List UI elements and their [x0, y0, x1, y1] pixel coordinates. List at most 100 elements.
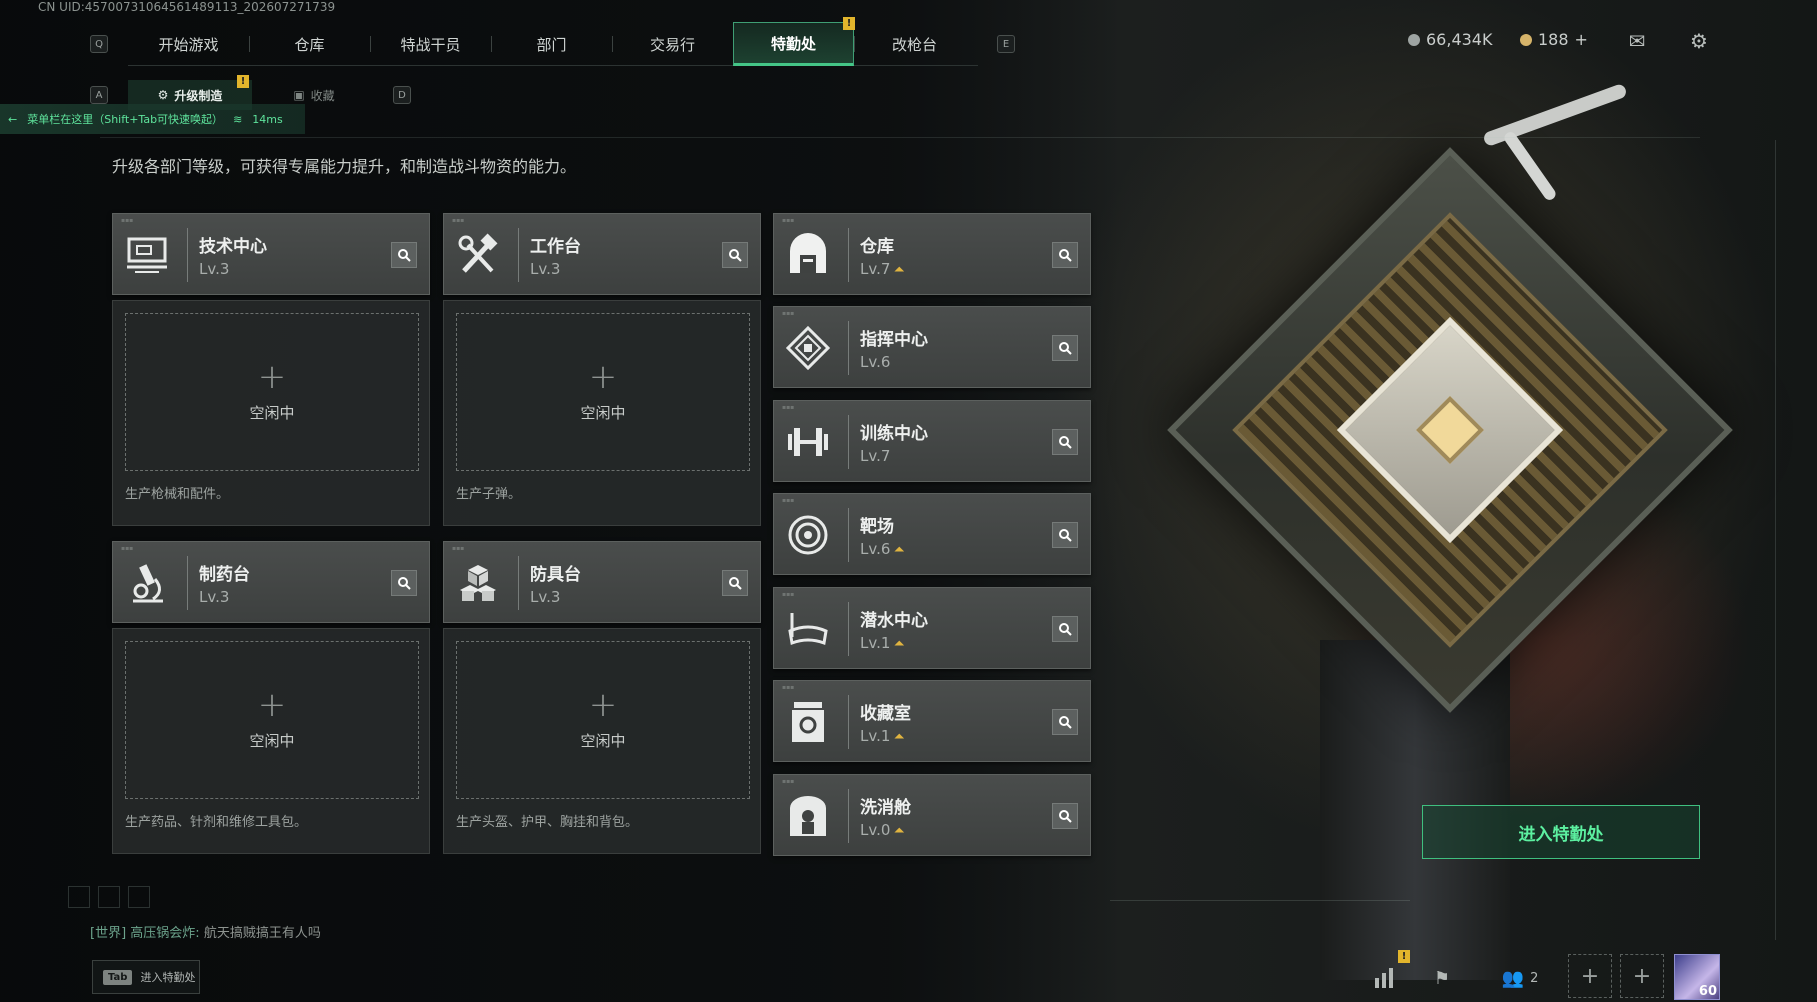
- subtab-label: 收藏: [310, 88, 335, 103]
- invite-slot-button[interactable]: +: [1568, 954, 1612, 998]
- card-title: 仓库: [860, 237, 894, 257]
- production-slot-tech-center[interactable]: + 空闲中 生产枪械和配件。: [112, 300, 430, 526]
- mail-icon[interactable]: ✉: [1624, 28, 1650, 54]
- production-slot-pharmacy[interactable]: + 空闲中 生产药品、针剂和维修工具包。: [112, 628, 430, 854]
- upgrade-available-icon: ⏶: [894, 728, 904, 743]
- card-level: Lv.6 ⏶: [860, 540, 904, 558]
- search-icon[interactable]: [391, 242, 417, 268]
- search-icon[interactable]: [722, 242, 748, 268]
- card-title: 制药台: [199, 565, 250, 585]
- slot-add-area[interactable]: + 空闲中: [456, 641, 750, 799]
- plus-icon: +: [257, 684, 287, 725]
- facility-card-collection-room[interactable]: ▪▪▪ 收藏室 Lv.1 ⏶: [773, 680, 1091, 762]
- search-icon[interactable]: [722, 570, 748, 596]
- card-divider: [187, 228, 188, 282]
- quick-slot[interactable]: [98, 886, 120, 908]
- search-icon[interactable]: [1052, 335, 1078, 361]
- quick-slot[interactable]: [68, 886, 90, 908]
- slot-add-area[interactable]: + 空闲中: [125, 313, 419, 471]
- chat-line[interactable]: [世界] 高压锅会炸: 航天搞贼搞王有人吗: [90, 922, 321, 941]
- gold-add-icon[interactable]: +: [1575, 30, 1588, 49]
- tab-department[interactable]: 部门: [491, 22, 612, 66]
- plus-icon: +: [588, 684, 618, 725]
- frame-line: [1775, 140, 1776, 940]
- ping-value: 14ms: [252, 112, 283, 126]
- card-divider: [848, 508, 849, 562]
- gear-icon[interactable]: ⚙: [1686, 28, 1712, 54]
- card-tag: ▪▪▪: [452, 217, 465, 224]
- command-icon: [782, 323, 834, 373]
- silver-coin-icon: [1408, 33, 1420, 46]
- card-title: 洗消舱: [860, 798, 911, 818]
- tab-warehouse[interactable]: 仓库: [249, 22, 370, 66]
- diving-mask-icon: [782, 604, 834, 654]
- search-icon[interactable]: [1052, 242, 1078, 268]
- dept-card-pharmacy[interactable]: ▪▪▪ 制药台 Lv.3: [112, 541, 430, 623]
- production-slot-armor-bench[interactable]: + 空闲中 生产头盔、护甲、胸挂和背包。: [443, 628, 761, 854]
- card-level: Lv.6: [860, 353, 890, 371]
- search-icon[interactable]: [1052, 616, 1078, 642]
- slot-description: 生产枪械和配件。: [125, 487, 230, 502]
- tab-operators[interactable]: 特战干员: [370, 22, 491, 66]
- enter-special-service-button[interactable]: 进入特勤处: [1422, 805, 1700, 859]
- facility-card-warehouse[interactable]: ▪▪▪ 仓库 Lv.7 ⏶: [773, 213, 1091, 295]
- invite-slot-button[interactable]: +: [1620, 954, 1664, 998]
- level-text: Lv.1: [860, 634, 891, 652]
- card-divider: [848, 789, 849, 843]
- friends-button[interactable]: 👥 2: [1490, 958, 1550, 998]
- menubar-tip-text: 菜单栏在这里（Shift+Tab可快速唤起）: [27, 113, 224, 126]
- card-title: 训练中心: [860, 424, 928, 444]
- upgrade-available-icon: ⏶: [894, 822, 904, 837]
- chat-message: 航天搞贼搞王有人吗: [203, 926, 321, 941]
- quick-slot[interactable]: [128, 886, 150, 908]
- facility-card-training-center[interactable]: ▪▪▪ 训练中心 Lv.7: [773, 400, 1091, 482]
- facility-card-decontamination[interactable]: ▪▪▪ 洗消舱 Lv.0 ⏶: [773, 774, 1091, 856]
- card-divider: [518, 228, 519, 282]
- slot-add-area[interactable]: + 空闲中: [125, 641, 419, 799]
- search-icon[interactable]: [1052, 429, 1078, 455]
- friends-count: 2: [1530, 970, 1539, 986]
- card-level: Lv.1 ⏶: [860, 634, 904, 652]
- card-tag: ▪▪▪: [782, 217, 795, 224]
- production-slot-workbench[interactable]: + 空闲中 生产子弹。: [443, 300, 761, 526]
- wifi-icon: ≋: [233, 112, 243, 126]
- friends-icon: 👥: [1501, 967, 1525, 989]
- nav-next-key: E: [997, 35, 1015, 53]
- slot-add-area[interactable]: + 空闲中: [456, 313, 750, 471]
- facility-card-shooting-range[interactable]: ▪▪▪ 靶场 Lv.6 ⏶: [773, 493, 1091, 575]
- search-icon[interactable]: [1052, 522, 1078, 548]
- gold-currency[interactable]: 188 +: [1520, 30, 1588, 49]
- card-tag: ▪▪▪: [782, 310, 795, 317]
- avatar[interactable]: 60: [1674, 954, 1720, 1000]
- tab-shortcut-button[interactable]: Tab 进入特勤处: [92, 960, 200, 994]
- upgrade-available-icon: ⏶: [894, 541, 904, 556]
- stats-icon[interactable]: [1364, 958, 1404, 998]
- target-icon: [782, 510, 834, 560]
- facility-card-diving-center[interactable]: ▪▪▪ 潜水中心 Lv.1 ⏶: [773, 587, 1091, 669]
- search-icon[interactable]: [391, 570, 417, 596]
- gold-coin-icon: [1520, 33, 1532, 46]
- dept-card-armor-bench[interactable]: ▪▪▪ 防具台 Lv.3: [443, 541, 761, 623]
- card-tag: ▪▪▪: [782, 778, 795, 785]
- card-divider: [187, 556, 188, 610]
- slot-status: 空闲中: [580, 403, 626, 422]
- slot-status: 空闲中: [249, 731, 295, 750]
- search-icon[interactable]: [1052, 803, 1078, 829]
- card-title: 靶场: [860, 517, 894, 537]
- card-tag: ▪▪▪: [782, 591, 795, 598]
- tab-start-game[interactable]: 开始游戏: [128, 22, 249, 66]
- flag-icon[interactable]: ⚑: [1422, 958, 1462, 998]
- upgrade-available-icon: ⏶: [894, 261, 904, 276]
- dept-card-workbench[interactable]: ▪▪▪ 工作台 Lv.3: [443, 213, 761, 295]
- card-divider: [848, 228, 849, 282]
- tab-special-service[interactable]: 特勤处: [733, 22, 854, 66]
- tab-key: Tab: [103, 969, 133, 985]
- menubar-tip[interactable]: ← 菜单栏在这里（Shift+Tab可快速唤起） ≋ 14ms: [0, 104, 305, 134]
- search-icon[interactable]: [1052, 709, 1078, 735]
- facility-card-command-center[interactable]: ▪▪▪ 指挥中心 Lv.6: [773, 306, 1091, 388]
- card-level: Lv.7: [860, 447, 890, 465]
- subtab-label: 升级制造: [174, 88, 223, 103]
- tab-gunsmith[interactable]: 改枪台: [854, 22, 975, 66]
- tab-trading[interactable]: 交易行: [612, 22, 733, 66]
- dept-card-tech-center[interactable]: ▪▪▪ 技术中心 Lv.3: [112, 213, 430, 295]
